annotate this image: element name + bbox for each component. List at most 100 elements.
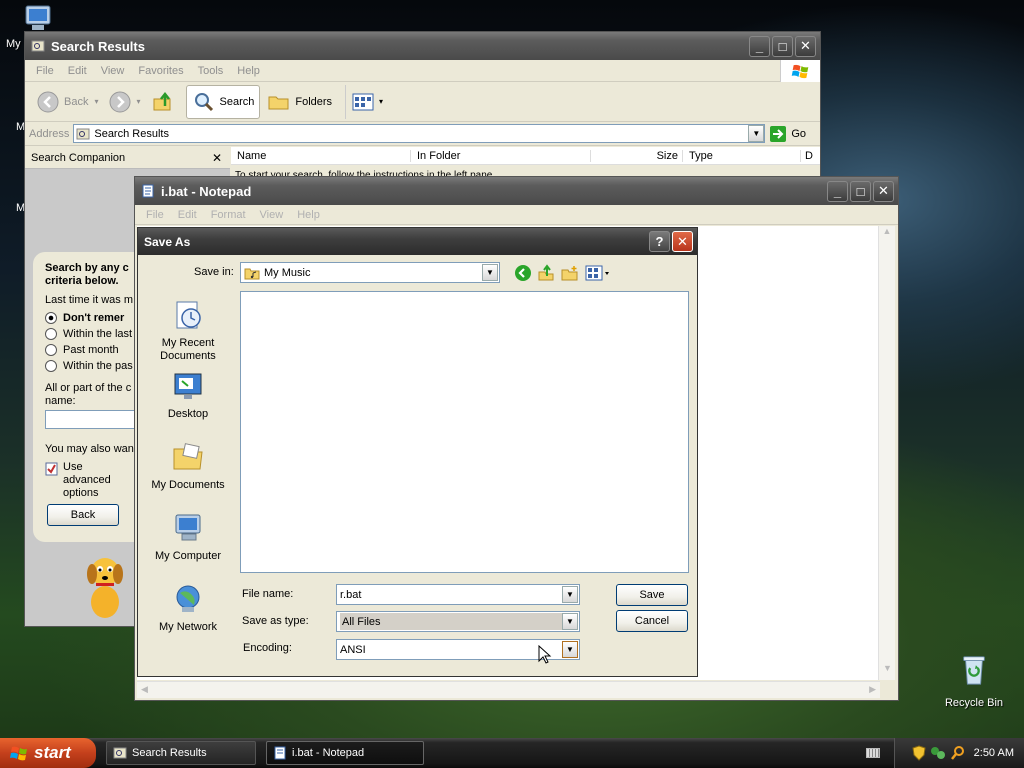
views-icon bbox=[352, 93, 374, 110]
clock[interactable]: 2:50 AM bbox=[974, 747, 1014, 759]
search-results-titlebar[interactable]: Search Results _ □ ✕ bbox=[25, 32, 820, 60]
taskbar: start Search Results i.bat - Notepad 2:5… bbox=[0, 738, 1024, 768]
notepad-task-icon bbox=[274, 746, 286, 760]
menu-favorites[interactable]: Favorites bbox=[131, 65, 190, 77]
folders-toolbar-button[interactable]: Folders bbox=[262, 85, 337, 119]
folders-label: Folders bbox=[295, 95, 333, 108]
file-name-input[interactable]: r.bat ▼ bbox=[336, 584, 580, 605]
menu-tools[interactable]: Tools bbox=[191, 65, 231, 77]
search-companion-title: Search Companion bbox=[31, 151, 126, 164]
menu-edit[interactable]: Edit bbox=[61, 65, 94, 77]
address-bar: Address Search Results ▼ Go bbox=[25, 122, 820, 146]
col-name[interactable]: Name bbox=[231, 149, 411, 162]
save-in-dropdown[interactable]: My Music ▼ bbox=[240, 262, 500, 283]
notepad-menubar: File Edit Format View Help bbox=[135, 205, 898, 225]
save-as-titlebar[interactable]: Save As ? ✕ bbox=[138, 228, 697, 255]
view-menu-icon[interactable] bbox=[585, 264, 611, 282]
col-date[interactable]: D bbox=[801, 150, 813, 162]
menu-file[interactable]: File bbox=[139, 209, 171, 221]
menu-help[interactable]: Help bbox=[230, 65, 267, 77]
back-green-icon[interactable] bbox=[514, 264, 532, 282]
scroll-right-icon[interactable]: ▶ bbox=[869, 684, 876, 695]
search-toolbar-button[interactable]: Search bbox=[185, 84, 261, 119]
menu-format[interactable]: Format bbox=[204, 209, 253, 221]
search-icon bbox=[194, 92, 213, 111]
scroll-up-icon[interactable]: ▲ bbox=[879, 226, 895, 243]
start-windows-logo-icon bbox=[10, 746, 27, 761]
file-name-dropdown-button[interactable]: ▼ bbox=[562, 586, 578, 603]
notepad-vertical-scrollbar[interactable]: ▲ ▼ bbox=[878, 226, 895, 680]
menu-help[interactable]: Help bbox=[290, 209, 327, 221]
place-my-network[interactable]: My Network bbox=[145, 577, 231, 648]
save-in-value: My Music bbox=[264, 266, 311, 279]
close-pane-icon[interactable]: ✕ bbox=[212, 151, 222, 165]
search-results-title: Search Results bbox=[51, 38, 145, 54]
address-input[interactable]: Search Results ▼ bbox=[73, 124, 766, 143]
views-toolbar-button[interactable]: ▾ bbox=[345, 84, 388, 119]
col-type[interactable]: Type bbox=[683, 149, 801, 162]
notepad-horizontal-scrollbar[interactable]: ◀ ▶ bbox=[137, 681, 880, 698]
go-button[interactable]: Go bbox=[769, 125, 806, 143]
encoding-label: Encoding: bbox=[243, 642, 292, 654]
place-my-computer[interactable]: My Computer bbox=[145, 506, 231, 577]
radio-selected-icon bbox=[45, 312, 57, 324]
radio-icon bbox=[45, 344, 57, 356]
file-list-area[interactable] bbox=[240, 291, 689, 573]
cancel-button[interactable]: Cancel bbox=[616, 610, 688, 632]
scroll-down-icon[interactable]: ▼ bbox=[879, 663, 896, 680]
save-in-label: Save in: bbox=[194, 266, 234, 278]
back-nav-button[interactable]: Back ▾ bbox=[31, 85, 103, 119]
notepad-icon bbox=[142, 184, 154, 198]
menu-view[interactable]: View bbox=[253, 209, 291, 221]
place-recent-documents[interactable]: My Recent Documents bbox=[145, 293, 231, 364]
col-size[interactable]: Size bbox=[591, 149, 683, 162]
menu-file[interactable]: File bbox=[29, 65, 61, 77]
up-one-level-icon[interactable] bbox=[537, 264, 555, 282]
menu-edit[interactable]: Edit bbox=[171, 209, 204, 221]
save-as-dialog: Save As ? ✕ Save in: My Music ▼ My Recen… bbox=[137, 227, 698, 677]
tray-search-icon[interactable] bbox=[950, 745, 966, 761]
close-button[interactable]: ✕ bbox=[795, 35, 816, 57]
help-button[interactable]: ? bbox=[649, 231, 670, 252]
task-search-results[interactable]: Search Results bbox=[106, 741, 256, 765]
place-my-documents[interactable]: My Documents bbox=[145, 435, 231, 506]
network-icon[interactable] bbox=[930, 745, 946, 761]
up-folder-button[interactable] bbox=[146, 85, 184, 119]
encoding-dropdown-button[interactable]: ▼ bbox=[562, 641, 578, 658]
scroll-left-icon[interactable]: ◀ bbox=[141, 684, 148, 695]
save-in-dropdown-button[interactable]: ▼ bbox=[482, 264, 498, 281]
col-in-folder[interactable]: In Folder bbox=[411, 149, 591, 162]
back-label: Back bbox=[64, 95, 89, 108]
close-button[interactable]: ✕ bbox=[873, 180, 894, 202]
notepad-titlebar[interactable]: i.bat - Notepad _ □ ✕ bbox=[135, 177, 898, 205]
search-menubar: File Edit View Favorites Tools Help bbox=[25, 60, 820, 82]
save-as-type-dropdown-button[interactable]: ▼ bbox=[562, 613, 578, 630]
my-computer-icon bbox=[175, 514, 201, 541]
maximize-button[interactable]: □ bbox=[772, 35, 793, 57]
minimize-button[interactable]: _ bbox=[827, 180, 848, 202]
search-label: Search bbox=[219, 95, 255, 108]
maximize-button[interactable]: □ bbox=[850, 180, 871, 202]
close-button[interactable]: ✕ bbox=[672, 231, 693, 252]
search-window-task-icon bbox=[113, 747, 127, 759]
security-shield-icon[interactable] bbox=[912, 745, 926, 761]
save-button[interactable]: Save bbox=[616, 584, 688, 606]
place-desktop[interactable]: Desktop bbox=[145, 364, 231, 435]
save-as-type-label: Save as type: bbox=[242, 615, 309, 627]
minimize-button[interactable]: _ bbox=[749, 35, 770, 57]
companion-back-button[interactable]: Back bbox=[47, 504, 119, 526]
start-button[interactable]: start bbox=[0, 738, 96, 768]
search-window-icon bbox=[31, 40, 45, 52]
radio-icon bbox=[45, 328, 57, 340]
keyboard-indicator-icon[interactable] bbox=[866, 748, 880, 758]
save-as-type-select[interactable]: All Files ▼ bbox=[336, 611, 580, 632]
companion-name-input[interactable] bbox=[45, 410, 145, 429]
go-label: Go bbox=[791, 127, 806, 140]
forward-nav-button[interactable]: ▾ bbox=[103, 85, 145, 119]
desktop-icon-recycle-bin[interactable]: Recycle Bin bbox=[934, 654, 1014, 709]
address-dropdown-button[interactable]: ▼ bbox=[748, 125, 765, 142]
new-folder-icon[interactable] bbox=[561, 264, 579, 282]
recycle-bin-label: Recycle Bin bbox=[944, 697, 1004, 709]
menu-view[interactable]: View bbox=[94, 65, 132, 77]
task-notepad[interactable]: i.bat - Notepad bbox=[266, 741, 424, 765]
